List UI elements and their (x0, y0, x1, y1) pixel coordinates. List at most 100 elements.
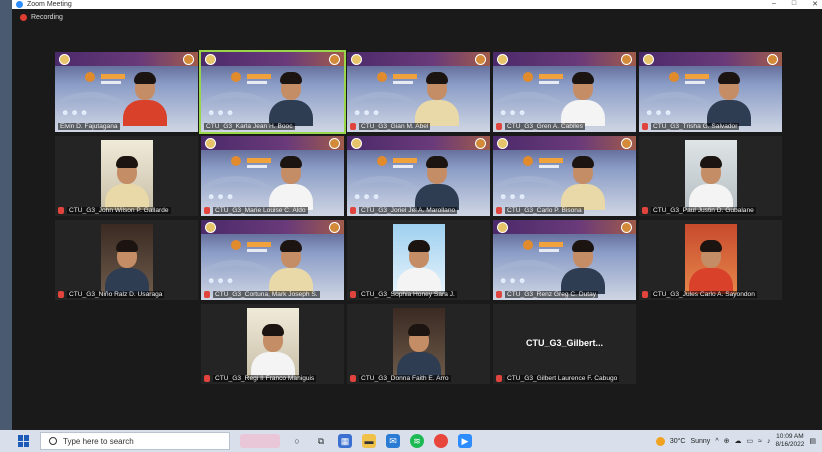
mail-icon[interactable]: ✉ (386, 434, 400, 448)
participant-video (553, 56, 613, 126)
windows-taskbar: Type here to search ○ ⧉ ▦ ▬ ✉ ≋ ▶ 30°C S… (0, 430, 822, 452)
participant-name-label: CTU_G3_Regi II Franco Maniguis (201, 373, 317, 384)
participant-tile[interactable]: ☻☻☻ CTU_G3_Cortuna, Mark Joseph S. (201, 220, 344, 300)
chevron-up-icon[interactable]: ^ (715, 438, 718, 445)
participant-name: CTU_G3_Karla Jean H. Booc (204, 123, 295, 130)
task-view-icon[interactable]: ⧉ (314, 434, 328, 448)
mic-muted-icon (496, 375, 502, 382)
participant-video (685, 224, 737, 294)
participant-video (101, 140, 153, 210)
person-hair (408, 240, 430, 252)
person-hair (572, 156, 594, 168)
participant-video (393, 224, 445, 294)
system-tray: 30°C Sunny ^ ⊕ ☁ ▭ ≈ ♪ 10:09 AM 8/16/202… (655, 430, 816, 452)
person-hair (572, 240, 594, 252)
participant-name: CTU_G3_Gilbert Laurence F. Cabugo (505, 375, 620, 382)
participant-name: CTU_G3_Cortuna, Mark Joseph S. (213, 291, 320, 298)
search-highlight-icon[interactable] (240, 434, 280, 448)
wifi-icon[interactable]: ≈ (758, 438, 762, 445)
participant-name: CTU_G3_Niño Ralz D. Usaraga (67, 291, 165, 298)
person-hair (572, 72, 594, 84)
participant-name-label: CTU_G3_Niño Ralz D. Usaraga (55, 289, 165, 300)
person-hair (280, 156, 302, 168)
recording-indicator[interactable]: Recording (20, 14, 63, 21)
participant-video (261, 224, 321, 294)
recording-label: Recording (31, 14, 63, 21)
participant-tile[interactable]: ☻☻☻ CTU_G3_Gren A. Cabiles (493, 52, 636, 132)
participant-tile[interactable]: ☻☻☻ CTU_G3_Carlo P. Bisona (493, 136, 636, 216)
zoom-app-icon (16, 1, 23, 8)
participant-name: CTU_G3_Donna Faith E. Arro (359, 375, 451, 382)
participant-tile[interactable]: ☻☻☻ CTU_G3_Joriel Jel A. Marollano (347, 136, 490, 216)
participant-tile[interactable]: ☻☻☻ Elvin D. Fajutagana (55, 52, 198, 132)
windows-start-icon[interactable] (18, 435, 30, 447)
chrome-icon[interactable] (434, 434, 448, 448)
taskbar-search-input[interactable]: Type here to search (40, 432, 230, 450)
participant-tile[interactable]: CTU_G3_John Wilson P. Gallarde (55, 136, 198, 216)
participant-name-label: CTU_G3_Karla Jean H. Booc (201, 121, 295, 132)
spotify-icon[interactable]: ≋ (410, 434, 424, 448)
search-placeholder: Type here to search (63, 436, 134, 446)
participant-tile[interactable]: CTU_G3_Gilbert... CTU_G3_Gilbert Laurence… (493, 304, 636, 384)
mic-muted-icon (642, 291, 648, 298)
battery-icon[interactable]: ▭ (746, 437, 753, 445)
participant-tile[interactable]: CTU_G3_Jules Carlo A. Sayondon (639, 220, 782, 300)
participant-name-label: Elvin D. Fajutagana (55, 121, 120, 132)
volume-icon[interactable]: ♪ (767, 438, 771, 445)
network-icon[interactable]: ⊕ (724, 437, 730, 445)
weather-temperature[interactable]: 30°C (670, 438, 686, 445)
mic-muted-icon (350, 123, 356, 130)
notification-icon[interactable]: ▤ (809, 437, 816, 445)
person-hair (426, 156, 448, 168)
participant-name: CTU_G3_Carlo P. Bisona (505, 207, 584, 214)
zoom-meeting-window: Zoom Meeting – □ ✕ Recording ☻☻☻ Elvin D.… (12, 0, 822, 430)
file-explorer-icon[interactable]: ▬ (362, 434, 376, 448)
person-hair (426, 72, 448, 84)
mic-muted-icon (204, 375, 210, 382)
participant-tile[interactable]: ☻☻☻ CTU_G3_Marie Louise C. Aldo (201, 136, 344, 216)
mic-muted-icon (58, 207, 64, 214)
zoom-taskbar-icon[interactable]: ▶ (458, 434, 472, 448)
close-button[interactable]: ✕ (812, 0, 818, 8)
window-controls: – □ ✕ (772, 0, 818, 8)
participant-display-name: CTU_G3_Gilbert... (525, 338, 604, 348)
person-hair (134, 72, 156, 84)
participant-name-label: CTU_G3_Paul Justin D. Gubalane (639, 205, 756, 216)
participant-tile[interactable]: ☻☻☻ CTU_G3_Renz Greg C. Dutay (493, 220, 636, 300)
participant-video (699, 56, 759, 126)
participant-tile[interactable]: ☻☻☻ CTU_G3_Gian M. Abel (347, 52, 490, 132)
participant-tile[interactable]: CTU_G3_Paul Justin D. Gubalane (639, 136, 782, 216)
person-hair (262, 324, 284, 336)
mic-muted-icon (204, 207, 210, 214)
participant-name: CTU_G3_Paul Justin D. Gubalane (651, 207, 756, 214)
search-icon (49, 437, 57, 445)
minimize-button[interactable]: – (772, 0, 776, 8)
calculator-icon[interactable]: ▦ (338, 434, 352, 448)
person-hair (408, 324, 430, 336)
participant-tile[interactable]: CTU_G3_Donna Faith E. Arro (347, 304, 490, 384)
participant-video (247, 308, 299, 378)
weather-condition[interactable]: Sunny (690, 438, 710, 445)
participant-name: CTU_G3_Joriel Jel A. Marollano (359, 207, 458, 214)
maximize-button[interactable]: □ (792, 0, 796, 8)
participant-tile[interactable]: CTU_G3_Sophia Honey Sara J. (347, 220, 490, 300)
participant-video (685, 140, 737, 210)
participant-tile[interactable]: CTU_G3_Regi II Franco Maniguis (201, 304, 344, 384)
person-body (123, 100, 167, 126)
recording-dot-icon (20, 14, 27, 21)
participant-name: CTU_G3_Sophia Honey Sara J. (359, 291, 457, 298)
participant-video (407, 56, 467, 126)
participant-tile[interactable]: ☻☻☻ CTU_G3_Trisha G. Salvador (639, 52, 782, 132)
window-title: Zoom Meeting (27, 1, 72, 8)
participant-video (393, 308, 445, 378)
participant-tile[interactable]: ☻☻☻ CTU_G3_Karla Jean H. Booc (199, 50, 346, 134)
participant-tile[interactable]: CTU_G3_Niño Ralz D. Usaraga (55, 220, 198, 300)
person-hair (700, 156, 722, 168)
participant-name-label: CTU_G3_Cortuna, Mark Joseph S. (201, 289, 320, 300)
mic-muted-icon (642, 123, 648, 130)
cortana-icon[interactable]: ○ (290, 434, 304, 448)
participant-name-label: CTU_G3_John Wilson P. Gallarde (55, 205, 171, 216)
cloud-icon[interactable]: ☁ (734, 437, 741, 445)
taskbar-clock[interactable]: 10:09 AM 8/16/2022 (775, 433, 804, 449)
participant-name-label: CTU_G3_Gilbert Laurence F. Cabugo (493, 373, 620, 384)
